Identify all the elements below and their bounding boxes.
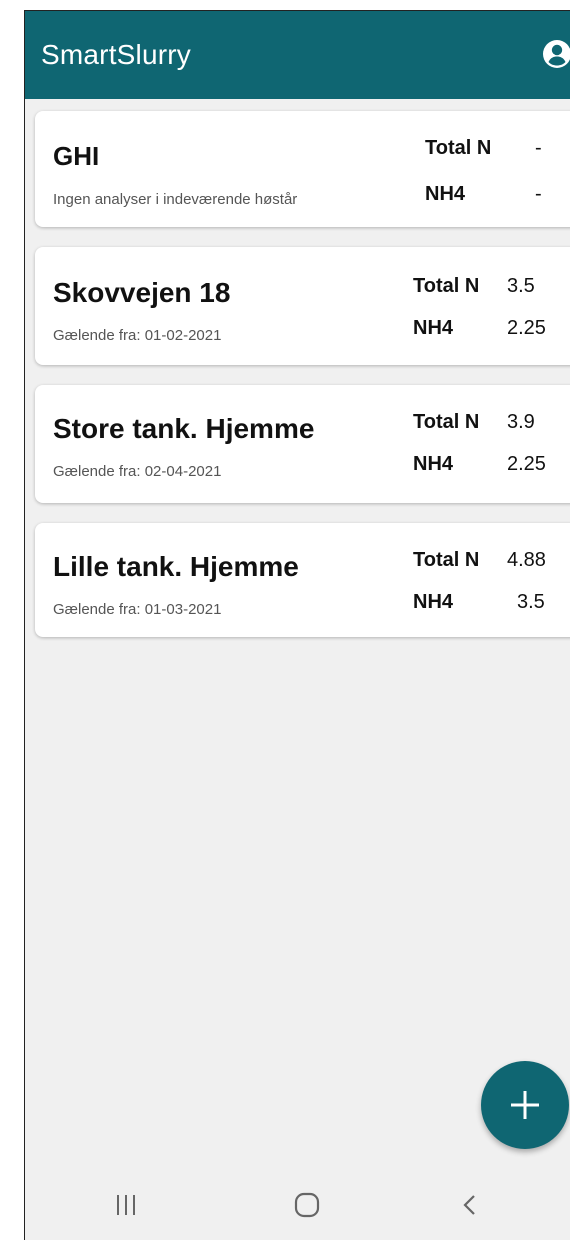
account-circle-icon[interactable] (542, 39, 570, 69)
nh4-value: - (535, 183, 542, 205)
tank-name: Store tank. Hjemme (53, 413, 315, 444)
tank-list: GHI Ingen analyser i indeværende høstår … (35, 111, 570, 657)
tank-subtitle: Gælende fra: 01-02-2021 (53, 327, 222, 344)
nh4-label: NH4 (413, 591, 454, 613)
total-n-label: Total N (413, 411, 480, 433)
total-n-value: 3.5 (507, 275, 535, 297)
nh4-value: 3.5 (517, 591, 545, 613)
system-nav-bar (25, 1169, 570, 1240)
tank-card[interactable]: Lille tank. Hjemme Gælende fra: 01-03-20… (35, 523, 570, 637)
app-screen: SmartSlurry GHI Ingen analyser i indevær… (24, 10, 570, 1240)
nh4-value: 2.25 (507, 453, 546, 475)
tank-subtitle: Gælende fra: 02-04-2021 (53, 463, 222, 480)
nh4-label: NH4 (413, 317, 454, 339)
add-tank-button[interactable] (481, 1061, 569, 1149)
nh4-label: NH4 (425, 183, 466, 205)
total-n-label: Total N (425, 137, 492, 159)
home-icon[interactable] (282, 1185, 332, 1225)
total-n-value: - (535, 137, 542, 159)
tank-name: Lille tank. Hjemme (53, 551, 299, 582)
tank-card[interactable]: GHI Ingen analyser i indeværende høstår … (35, 111, 570, 227)
tank-card[interactable]: Store tank. Hjemme Gælende fra: 02-04-20… (35, 385, 570, 503)
recent-apps-icon[interactable] (101, 1185, 151, 1225)
nh4-value: 2.25 (507, 317, 546, 339)
plus-icon (511, 1091, 539, 1119)
tank-subtitle: Ingen analyser i indeværende høstår (53, 191, 298, 208)
total-n-label: Total N (413, 549, 480, 571)
tank-card[interactable]: Skovvejen 18 Gælende fra: 01-02-2021 Tot… (35, 247, 570, 365)
app-title: SmartSlurry (41, 39, 191, 70)
total-n-label: Total N (413, 275, 480, 297)
tank-subtitle: Gælende fra: 01-03-2021 (53, 601, 222, 618)
tank-name: Skovvejen 18 (53, 277, 231, 308)
total-n-value: 3.9 (507, 411, 535, 433)
app-bar: SmartSlurry (25, 11, 570, 99)
nh4-label: NH4 (413, 453, 454, 475)
total-n-value: 4.88 (507, 549, 546, 571)
back-icon[interactable] (445, 1185, 495, 1225)
tank-name: GHI (53, 141, 100, 171)
